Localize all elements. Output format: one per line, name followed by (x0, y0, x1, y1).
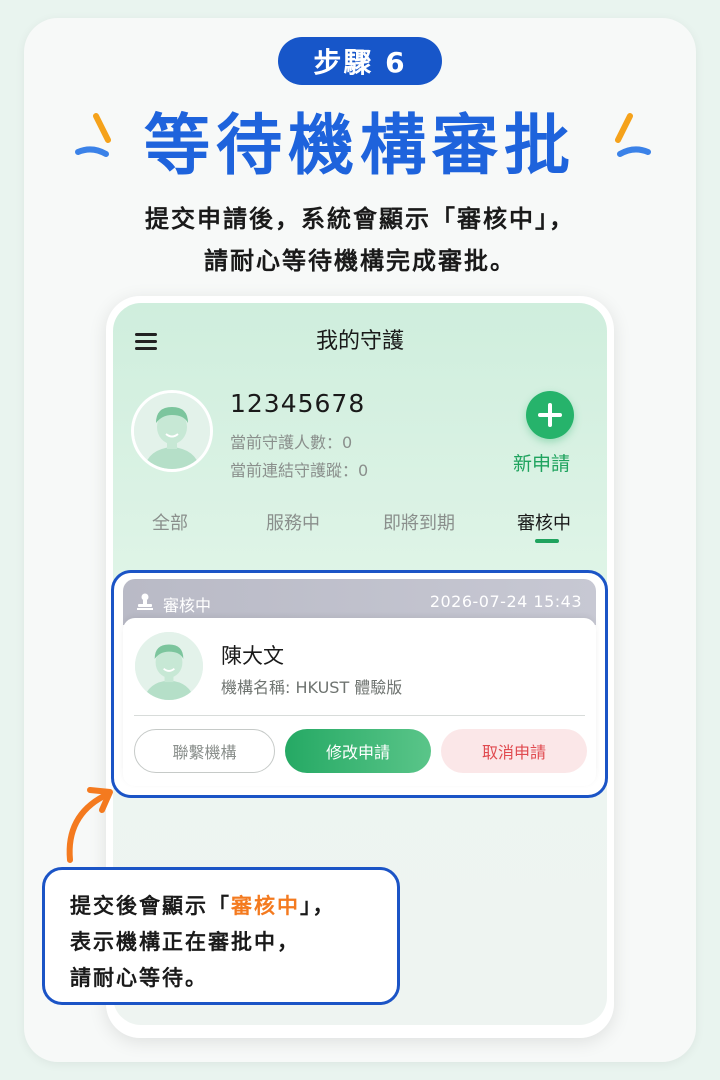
active-tab-indicator (535, 539, 559, 543)
submission-time: 2026-07-24 15:43 (429, 592, 582, 611)
person-avatar-icon (134, 393, 210, 469)
callout-line-3: 請耐心等待。 (70, 966, 208, 990)
stamp-icon (137, 593, 153, 610)
subtitle: 提交申請後，系統會顯示「審核中」， 請耐心等待機構完成審批。 (0, 198, 720, 282)
application-details: 陳大文 機構名稱: HKUST 體驗版 聯繫機構 修改申請 取消申請 (123, 618, 596, 786)
callout-line-2: 表示機構正在審批中， (70, 930, 300, 954)
pointer-arrow-icon (66, 787, 113, 863)
explanation-callout: 提交後會顯示「審核中」， 表示機構正在審批中， 請耐心等待。 (42, 867, 400, 1005)
applicant-name: 陳大文 (221, 644, 284, 668)
page-title: 等待機構審批 (144, 107, 576, 184)
callout-text: 提交後會顯示「 (70, 894, 231, 918)
tab-in-service[interactable]: 服務中 (266, 509, 320, 535)
divider (134, 715, 585, 716)
application-card[interactable]: 審核中 2026-07-24 15:43 陳大文 機構名稱: HKUST 體驗版… (111, 570, 608, 798)
user-id: 12345678 (230, 389, 366, 418)
tab-all[interactable]: 全部 (152, 509, 188, 535)
user-avatar (134, 393, 210, 469)
edit-application-button[interactable]: 修改申請 (285, 729, 431, 773)
cancel-application-button[interactable]: 取消申請 (441, 729, 587, 773)
link-count: 當前連結守護蹤：0 (230, 461, 369, 480)
step-badge: 步驟 6 (278, 37, 442, 85)
new-application-button[interactable] (526, 391, 574, 439)
callout-line-1: 提交後會顯示「審核中」， (70, 890, 336, 920)
app-title: 我的守護 (315, 329, 404, 354)
callout-text: 」， (300, 894, 336, 918)
tab-under-review[interactable]: 審核中 (517, 509, 571, 535)
subtitle-line-2: 請耐心等待機構完成審批。 (204, 247, 516, 275)
contact-organization-button[interactable]: 聯繫機構 (134, 729, 275, 773)
callout-highlight: 審核中 (231, 894, 300, 918)
status-label: 審核中 (163, 596, 212, 615)
subtitle-line-1: 提交申請後，系統會顯示「審核中」， (145, 205, 575, 233)
new-application-label[interactable]: 新申請 (513, 449, 570, 476)
organization-name: 機構名稱: HKUST 體驗版 (221, 678, 403, 697)
tab-expiring[interactable]: 即將到期 (383, 509, 455, 535)
person-avatar-icon (135, 632, 203, 700)
guardian-count: 當前守護人數：0 (230, 433, 353, 452)
applicant-avatar (135, 632, 203, 700)
